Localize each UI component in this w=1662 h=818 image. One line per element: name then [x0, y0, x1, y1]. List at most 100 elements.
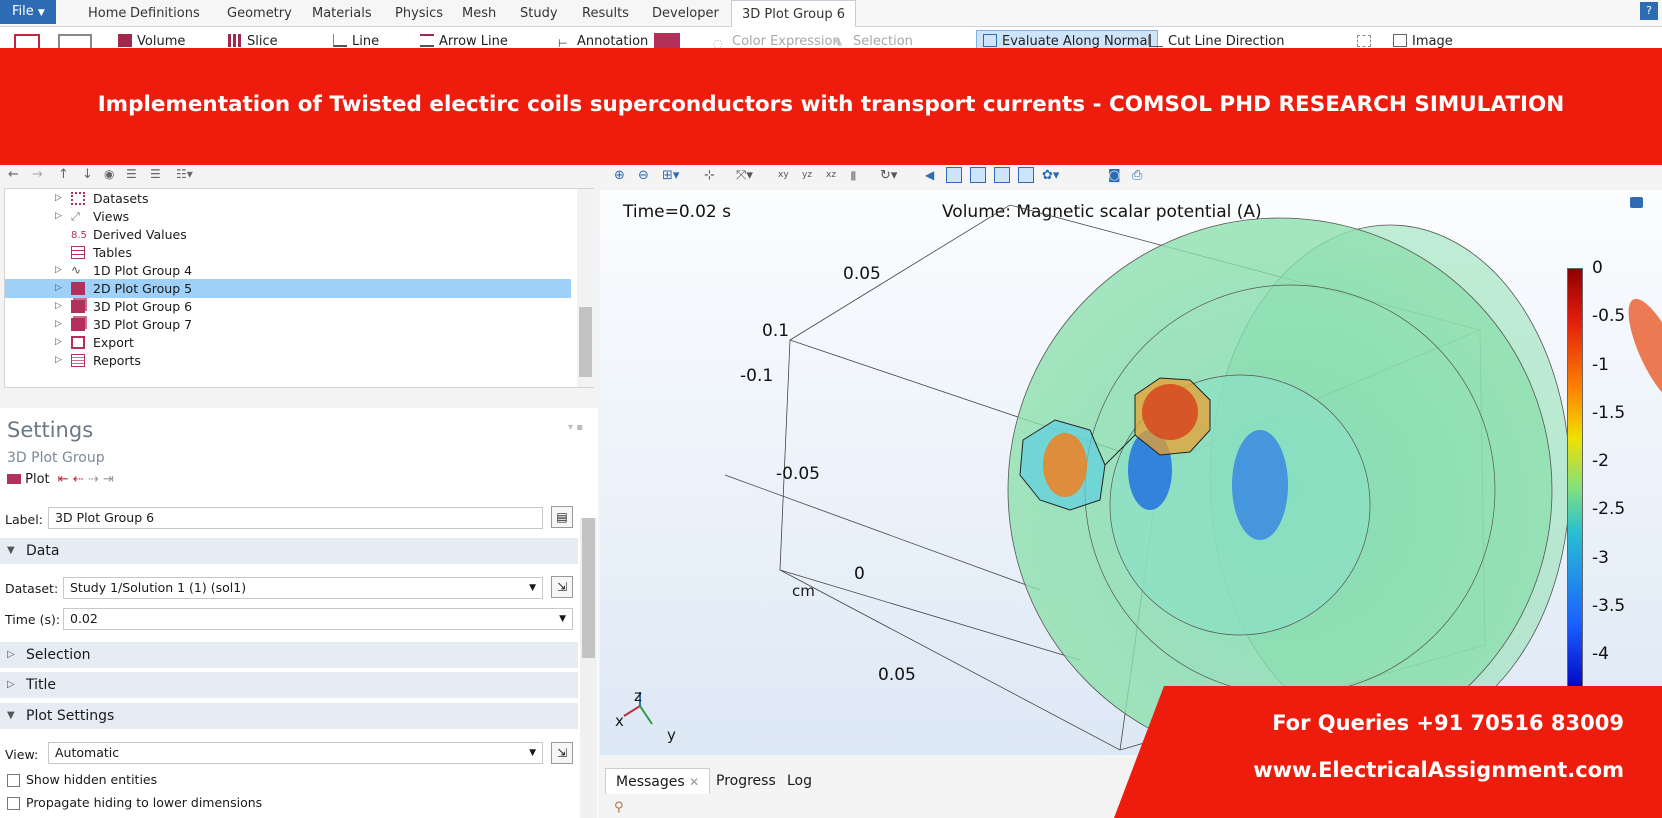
- section-title[interactable]: ▷ Title: [0, 672, 578, 698]
- label-input[interactable]: 3D Plot Group 6: [48, 507, 543, 529]
- colorbar-label: -0.5: [1592, 306, 1626, 326]
- tree-scrollbar[interactable]: [577, 189, 594, 387]
- plot-icon[interactable]: [14, 34, 40, 48]
- tab-definitions[interactable]: Definitions: [120, 0, 210, 27]
- tree-item-views[interactable]: ▷ ⤢ Views: [5, 207, 571, 226]
- datasets-icon: [71, 192, 85, 205]
- scene-light-icon[interactable]: ◀: [925, 168, 934, 182]
- tree-item-derived-values[interactable]: 8.5 Derived Values: [5, 225, 571, 244]
- view-goto-icon[interactable]: ⇲: [551, 742, 573, 764]
- show-icon[interactable]: ◉: [104, 167, 114, 181]
- help-button[interactable]: ?: [1640, 2, 1658, 20]
- view-xy-icon[interactable]: xy: [778, 170, 789, 180]
- section-data[interactable]: ▼ Data: [0, 538, 578, 564]
- view-caption: View:: [5, 747, 39, 762]
- slice-label: Slice: [247, 34, 278, 49]
- plot-button[interactable]: Plot: [25, 472, 50, 487]
- dataset-goto-icon[interactable]: ⇲: [551, 576, 573, 598]
- tree-item-export[interactable]: ▷ Export: [5, 333, 571, 352]
- tab-messages[interactable]: Messages ✕: [605, 768, 711, 794]
- axis-icon[interactable]: [1018, 167, 1034, 183]
- first-icon[interactable]: ⇤: [58, 472, 69, 487]
- move-down-icon[interactable]: ↓: [82, 167, 93, 182]
- zoom-in-icon[interactable]: ⊕: [614, 168, 625, 183]
- tree-item-3d-plot-group-6[interactable]: ▷ 3D Plot Group 6: [5, 297, 571, 316]
- triad-z-label: z: [634, 687, 642, 705]
- tree-item-1d-plot-group-4[interactable]: ▷ ∿ 1D Plot Group 4: [5, 261, 571, 280]
- dataset-select[interactable]: Study 1/Solution 1 (1) (sol1) ▼: [63, 577, 543, 599]
- print-icon[interactable]: ⎙: [1132, 168, 1142, 183]
- view-xz-icon[interactable]: xz: [826, 170, 836, 180]
- expand-icon[interactable]: ▷: [55, 189, 62, 208]
- zoom-box-icon[interactable]: ⊞▾: [662, 168, 679, 183]
- tree-item-label: Views: [93, 209, 130, 224]
- expand-icon[interactable]: ▷: [55, 261, 62, 280]
- expand-icon[interactable]: ▷: [55, 351, 62, 370]
- tree-item-3d-plot-group-7[interactable]: ▷ 3D Plot Group 7: [5, 315, 571, 334]
- move-up-icon[interactable]: ↑: [58, 167, 69, 182]
- panel-menu-icon[interactable]: ▾ ▪: [568, 422, 583, 433]
- grid-icon[interactable]: [994, 167, 1010, 183]
- file-menu-button[interactable]: File ▼: [0, 0, 56, 24]
- color-legend-bar: [1567, 268, 1583, 693]
- expand-all-icon[interactable]: ☰: [126, 167, 137, 181]
- section-plot-settings[interactable]: ▼ Plot Settings: [0, 703, 578, 729]
- views-icon: ⤢: [71, 210, 80, 223]
- tab-3d-plot-group-6[interactable]: 3D Plot Group 6: [731, 0, 857, 27]
- scrollbar-thumb[interactable]: [582, 518, 595, 658]
- tab-results[interactable]: Results: [572, 0, 639, 27]
- tab-geometry[interactable]: Geometry: [217, 0, 302, 27]
- add-plot-icon[interactable]: [58, 34, 92, 48]
- label-edit-icon[interactable]: ▤: [551, 506, 573, 528]
- scrollbar-thumb[interactable]: [579, 307, 592, 377]
- collapse-all-icon[interactable]: ☰: [150, 167, 161, 181]
- tree-item-2d-plot-group-5[interactable]: ▷ 2D Plot Group 5: [5, 279, 571, 298]
- render-settings-icon[interactable]: ✿▾: [1042, 168, 1059, 183]
- show-hidden-checkbox[interactable]: [7, 774, 20, 787]
- propagate-hiding-checkbox[interactable]: [7, 797, 20, 810]
- tab-developer[interactable]: Developer: [642, 0, 729, 27]
- axis-orientation-icon[interactable]: ⤧▾: [736, 168, 753, 183]
- forward-icon[interactable]: →: [32, 167, 43, 182]
- view-yz-icon[interactable]: yz: [802, 170, 812, 180]
- tab-log[interactable]: Log: [781, 768, 818, 794]
- colorbar-label: -2: [1592, 451, 1609, 471]
- zoom-out-icon[interactable]: ⊖: [638, 168, 649, 183]
- previous-icon[interactable]: ⇠: [73, 472, 84, 487]
- plot-canvas[interactable]: [600, 190, 1662, 755]
- expand-icon[interactable]: ▷: [55, 333, 62, 352]
- time-select[interactable]: 0.02 ▼: [63, 608, 573, 630]
- crop-icon[interactable]: [1357, 35, 1371, 47]
- expand-icon[interactable]: ▷: [55, 297, 62, 316]
- transparency-icon[interactable]: [946, 167, 962, 183]
- camera-icon[interactable]: ◙: [1108, 168, 1121, 183]
- expand-icon[interactable]: ▷: [55, 279, 62, 298]
- clear-icon[interactable]: ⚲: [614, 800, 624, 815]
- tab-mesh[interactable]: Mesh: [452, 0, 506, 27]
- expand-icon: ▷: [7, 649, 15, 660]
- next-icon[interactable]: ⇢: [88, 472, 99, 487]
- wireframe-icon[interactable]: [970, 167, 986, 183]
- expand-icon: ▷: [7, 679, 15, 690]
- tree-item-reports[interactable]: ▷ Reports: [5, 351, 571, 370]
- section-selection[interactable]: ▷ Selection: [0, 642, 578, 668]
- expand-icon[interactable]: ▷: [55, 207, 62, 226]
- close-icon[interactable]: ✕: [689, 775, 699, 789]
- tab-study[interactable]: Study: [510, 0, 568, 27]
- file-label: File: [12, 4, 34, 19]
- tab-progress[interactable]: Progress: [710, 768, 782, 794]
- tab-physics[interactable]: Physics: [385, 0, 453, 27]
- settings-scrollbar[interactable]: [580, 518, 597, 818]
- label-caption: Label:: [5, 512, 43, 527]
- last-icon[interactable]: ⇥: [103, 472, 114, 487]
- tree-item-tables[interactable]: Tables: [5, 243, 571, 262]
- tree-item-datasets[interactable]: ▷ Datasets: [5, 189, 571, 208]
- go-to-view-icon[interactable]: ▮: [850, 168, 857, 182]
- view-select[interactable]: Automatic ▼: [48, 742, 543, 764]
- rotate-icon[interactable]: ↻▾: [880, 168, 897, 183]
- expand-icon[interactable]: ▷: [55, 315, 62, 334]
- tab-materials[interactable]: Materials: [302, 0, 382, 27]
- zoom-extents-icon[interactable]: ⊹: [704, 168, 715, 183]
- back-icon[interactable]: ←: [8, 167, 19, 182]
- tree-options-icon[interactable]: ☷▾: [176, 167, 193, 181]
